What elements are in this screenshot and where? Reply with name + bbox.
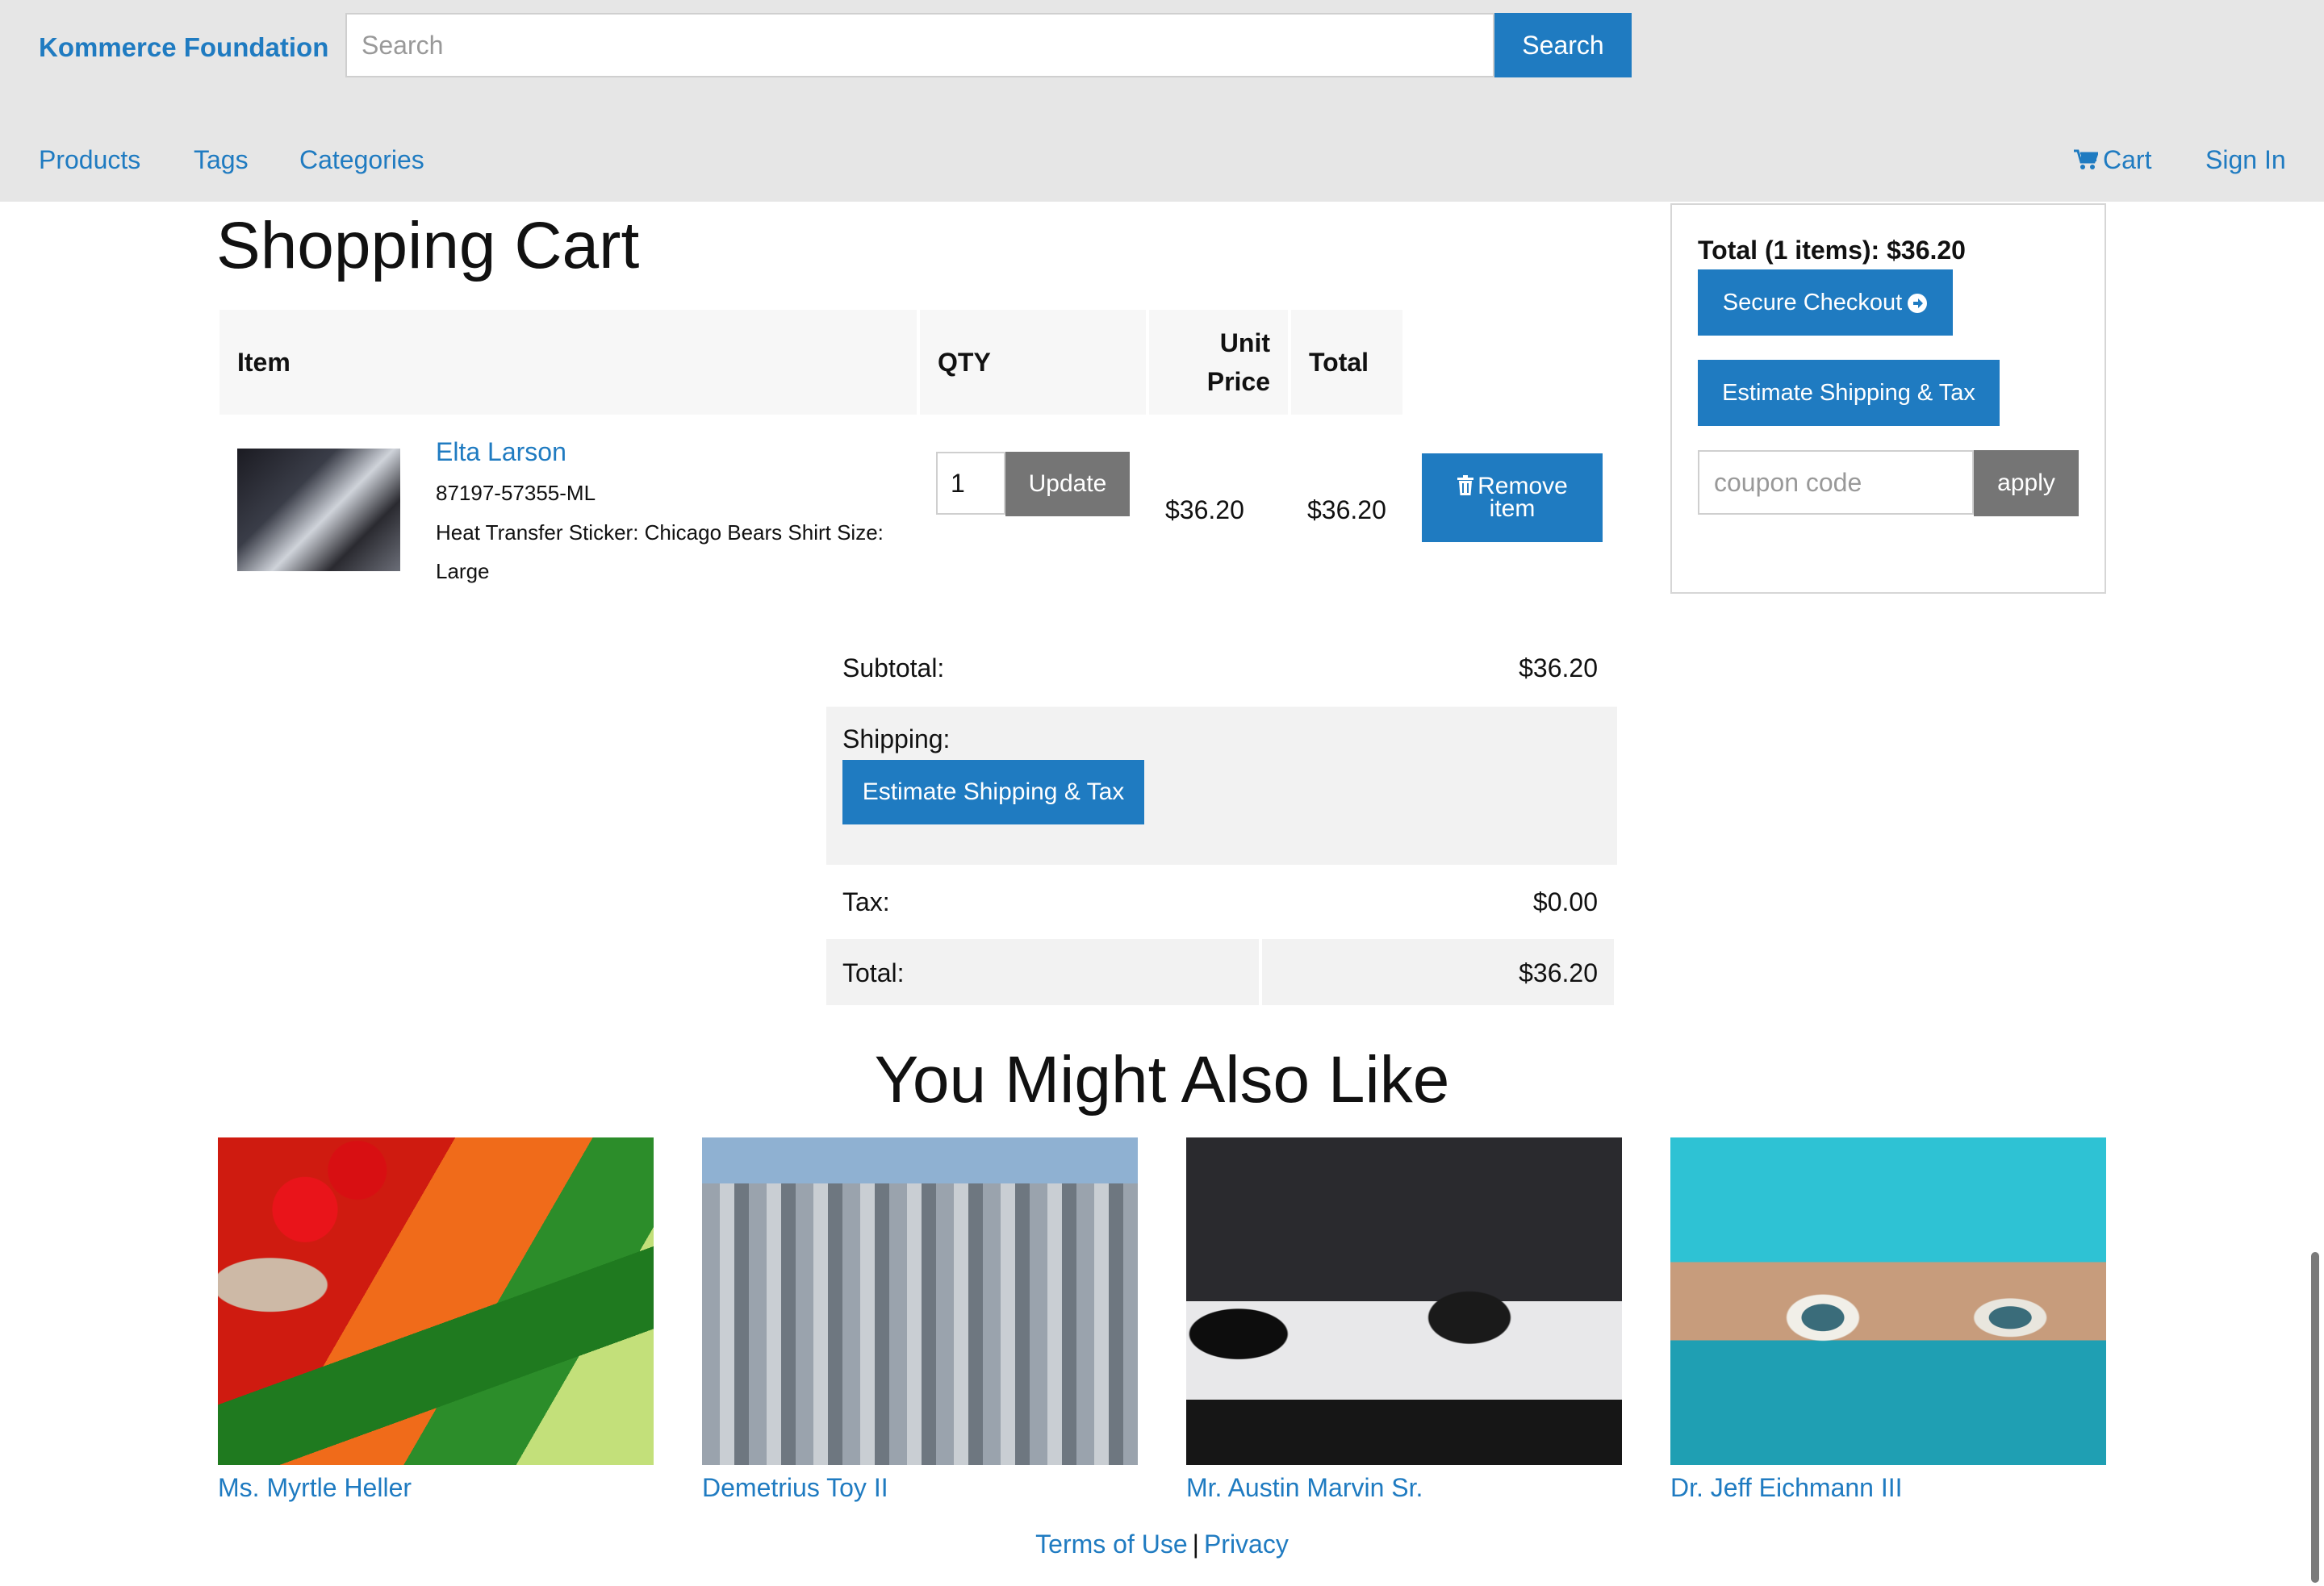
cart-item-name-link[interactable]: Elta Larson — [436, 437, 566, 467]
quantity-input[interactable] — [936, 452, 1005, 515]
cart-item-sku: 87197-57355-ML — [436, 481, 596, 505]
tax-value: $0.00 — [1532, 887, 1598, 916]
nav-cart-label: Cart — [2103, 145, 2152, 174]
remove-item-button[interactable]: Remove item — [1422, 453, 1603, 542]
brand-logo-link[interactable]: Kommerce Foundation — [39, 32, 328, 63]
recommendation-image[interactable] — [1186, 1137, 1622, 1465]
nav-tags-link[interactable]: Tags — [194, 145, 249, 175]
summary-total: Total (1 items): $36.20 — [1698, 236, 1966, 265]
footer-separator: | — [1192, 1530, 1199, 1559]
trash-icon — [1457, 475, 1474, 495]
cart-item-description: Heat Transfer Sticker: Chicago Bears Shi… — [436, 520, 884, 583]
table-header-total: Total — [1291, 310, 1402, 415]
footer: Terms of Use | Privacy — [0, 1530, 2324, 1559]
recommendation-card: Demetrius Toy II — [702, 1137, 1138, 1503]
nav-cart-link[interactable]: Cart — [2074, 145, 2151, 175]
page-title: Shopping Cart — [216, 209, 640, 282]
coupon-code-input[interactable] — [1698, 450, 1974, 515]
secure-checkout-button[interactable]: Secure Checkout — [1698, 269, 1953, 336]
recommendation-name-link[interactable]: Dr. Jeff Eichmann III — [1670, 1473, 2106, 1503]
arrow-circle-right-icon — [1908, 293, 1928, 313]
cart-icon — [2074, 149, 2098, 169]
recommendation-card: Dr. Jeff Eichmann III — [1670, 1137, 2106, 1503]
terms-of-use-link[interactable]: Terms of Use — [1035, 1530, 1187, 1559]
recommendations-title: You Might Also Like — [874, 1043, 1450, 1116]
total-value: $36.20 — [1519, 958, 1598, 987]
recommendation-image[interactable] — [218, 1137, 654, 1465]
table-header-unit-price: Unit Price — [1149, 310, 1288, 415]
tax-label: Tax: — [842, 887, 890, 916]
table-header-item: Item — [219, 310, 917, 415]
recommendation-card: Mr. Austin Marvin Sr. — [1186, 1137, 1622, 1503]
update-quantity-button[interactable]: Update — [1005, 452, 1130, 516]
recommendation-image[interactable] — [1670, 1137, 2106, 1465]
sidebar-estimate-shipping-tax-button[interactable]: Estimate Shipping & Tax — [1698, 360, 2000, 426]
privacy-link[interactable]: Privacy — [1204, 1530, 1289, 1559]
search-input[interactable] — [345, 13, 1494, 77]
remove-button-line1: Remove — [1457, 474, 1568, 499]
apply-coupon-button[interactable]: apply — [1974, 450, 2079, 516]
subtotal-value: $36.20 — [1519, 653, 1598, 682]
recommendation-image[interactable] — [702, 1137, 1138, 1465]
recommendation-name-link[interactable]: Demetrius Toy II — [702, 1473, 1138, 1503]
total-label: Total: — [842, 958, 905, 987]
search-button[interactable]: Search — [1494, 13, 1632, 77]
recommendation-name-link[interactable]: Ms. Myrtle Heller — [218, 1473, 654, 1503]
nav-sign-in-link[interactable]: Sign In — [2205, 145, 2286, 175]
estimate-shipping-tax-button[interactable]: Estimate Shipping & Tax — [842, 760, 1144, 824]
recommendation-card: Ms. Myrtle Heller — [218, 1137, 654, 1503]
nav-categories-link[interactable]: Categories — [299, 145, 424, 175]
table-header-qty: QTY — [920, 310, 1146, 415]
vertical-scrollbar-thumb[interactable] — [2311, 1252, 2319, 1583]
top-navbar: Kommerce Foundation Search Products Tags… — [0, 0, 2324, 202]
recommendation-name-link[interactable]: Mr. Austin Marvin Sr. — [1186, 1473, 1622, 1503]
remove-button-line2: item — [1489, 495, 1536, 522]
cart-item-thumbnail[interactable] — [237, 449, 400, 571]
checkout-label: Secure Checkout — [1722, 289, 1903, 315]
nav-products-link[interactable]: Products — [39, 145, 140, 175]
subtotal-label: Subtotal: — [842, 653, 945, 682]
cart-item-total: $36.20 — [1307, 495, 1386, 524]
shipping-label: Shipping: — [842, 724, 951, 753]
cart-item-unit-price: $36.20 — [1165, 495, 1244, 524]
